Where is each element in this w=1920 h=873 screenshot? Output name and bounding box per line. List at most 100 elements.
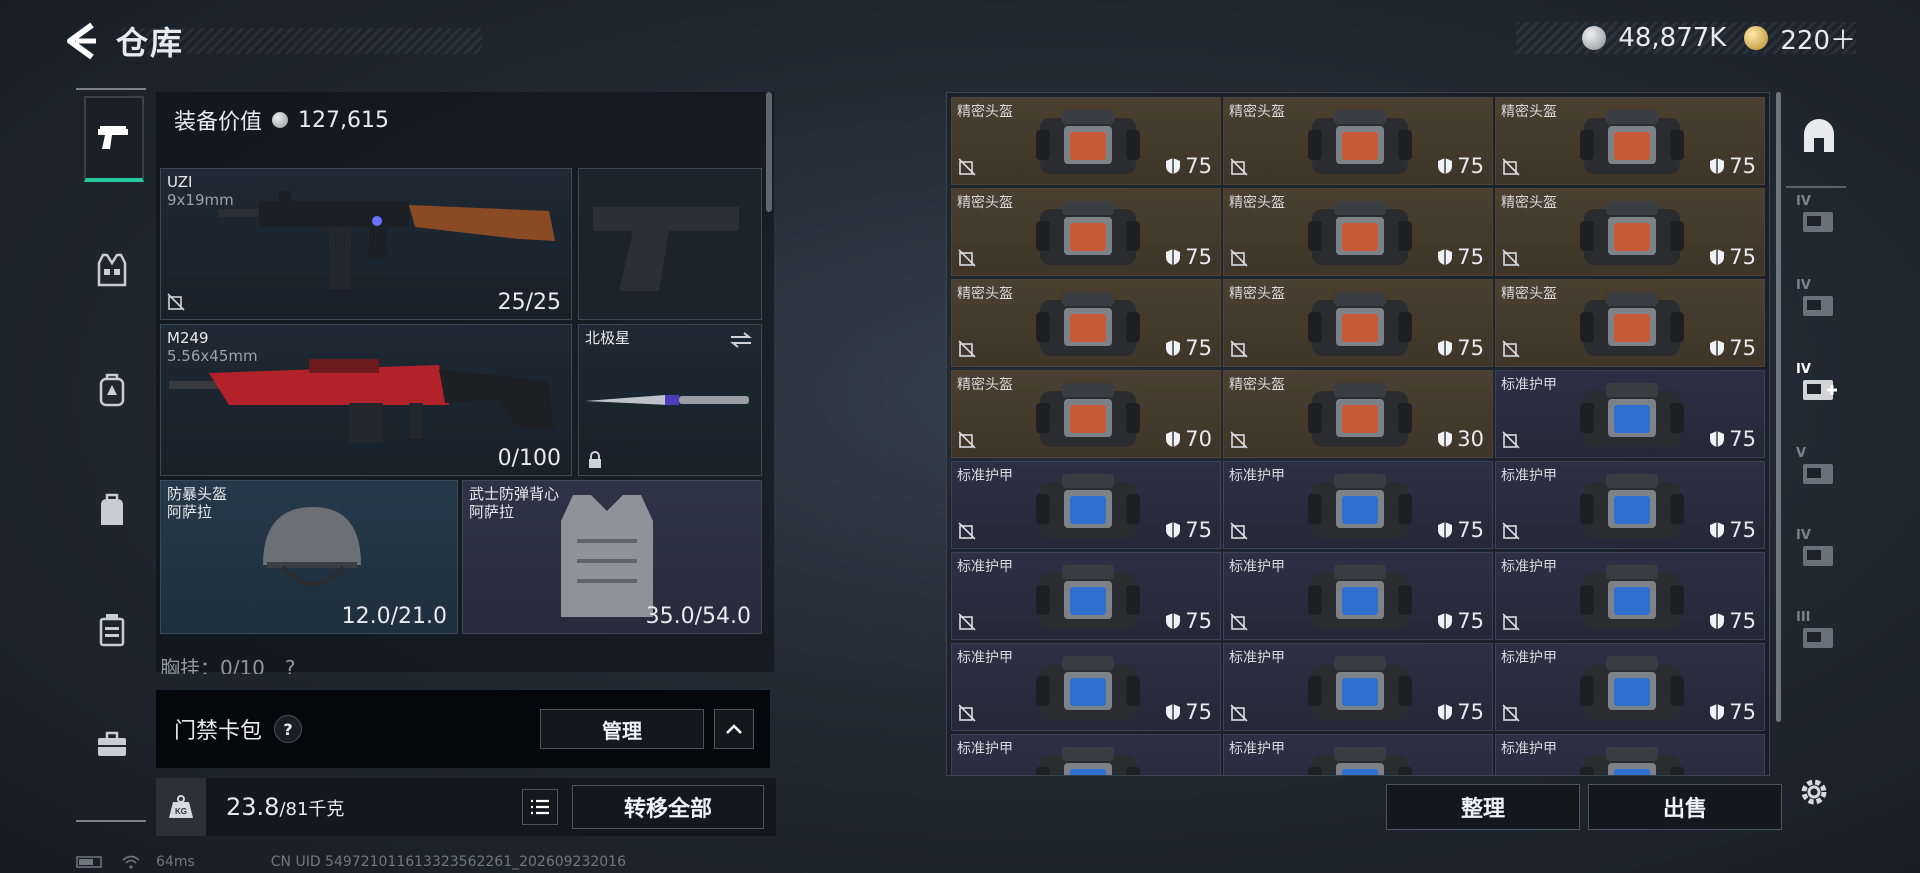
storage-item-name: 精密头盔 bbox=[1229, 104, 1285, 120]
durability-value: 30 bbox=[1457, 427, 1484, 451]
primary-weapon-ammo: 25/25 bbox=[497, 290, 561, 315]
organize-button[interactable]: 整理 bbox=[1386, 784, 1580, 830]
durability: 75 bbox=[1165, 336, 1212, 360]
right-nav-item[interactable]: IV bbox=[1792, 356, 1846, 416]
storage-scrollbar[interactable] bbox=[1776, 92, 1781, 722]
chest-rig-summary[interactable]: 胸挂：0/10 ? bbox=[160, 652, 760, 674]
storage-item-helmet[interactable]: 精密头盔 75 bbox=[1495, 97, 1765, 185]
tier-label: IV bbox=[1796, 362, 1811, 377]
storage-item-helmet[interactable]: 精密头盔 70 bbox=[951, 370, 1221, 458]
nav-container[interactable] bbox=[84, 590, 140, 670]
currency-secondary-value[interactable]: 220＋ bbox=[1780, 20, 1856, 57]
storage-item-armor[interactable]: 标准护甲 75 bbox=[1495, 552, 1765, 640]
status-line: 64ms CN UID 549721011613323562261_202609… bbox=[76, 854, 626, 870]
swap-icon[interactable] bbox=[729, 331, 753, 349]
pistol-slot-empty[interactable] bbox=[578, 168, 762, 320]
helmet-durability: 12.0/21.0 bbox=[341, 604, 447, 629]
weight-display: 23.8/81千克 bbox=[226, 793, 344, 821]
standard-armor-icon bbox=[1308, 656, 1412, 720]
storage-item-helmet[interactable]: 精密头盔 75 bbox=[951, 97, 1221, 185]
keycard-label: 门禁卡包 bbox=[174, 719, 263, 744]
helmet-slot[interactable]: 防暴头盔 阿萨拉 12.0/21.0 bbox=[160, 480, 458, 634]
durability: 75 bbox=[1437, 609, 1484, 633]
storage-item-armor[interactable]: 标准护甲 bbox=[1495, 734, 1765, 775]
storage-item-name: 精密头盔 bbox=[957, 286, 1013, 302]
shield-icon bbox=[1438, 249, 1453, 265]
melee-slot[interactable]: 北极星 bbox=[578, 324, 762, 476]
precision-helmet-icon bbox=[1580, 292, 1684, 356]
sell-button[interactable]: 出售 bbox=[1588, 784, 1782, 830]
right-nav-item[interactable]: V bbox=[1792, 440, 1846, 500]
title-bar: 仓库 bbox=[62, 16, 482, 66]
storage-item-helmet[interactable]: 精密头盔 75 bbox=[951, 279, 1221, 367]
durability-value: 75 bbox=[1729, 427, 1756, 451]
tier-label: V bbox=[1796, 446, 1807, 461]
nav-bag[interactable] bbox=[84, 470, 140, 550]
right-nav-item[interactable]: IV bbox=[1792, 272, 1846, 332]
ping-value: 64ms bbox=[156, 854, 195, 870]
storage-item-armor[interactable]: 标准护甲 75 bbox=[951, 552, 1221, 640]
durability: 75 bbox=[1437, 245, 1484, 269]
storage-item-helmet[interactable]: 精密头盔 75 bbox=[1223, 279, 1493, 367]
storage-item-armor[interactable]: 标准护甲 75 bbox=[1495, 370, 1765, 458]
settings-gear-icon[interactable] bbox=[1796, 774, 1832, 810]
shield-icon bbox=[1438, 158, 1453, 174]
shield-icon bbox=[1166, 704, 1181, 720]
shield-icon bbox=[1166, 249, 1181, 265]
precision-helmet-icon bbox=[1036, 110, 1140, 174]
equipment-scrollbar[interactable] bbox=[766, 92, 772, 212]
backpack-icon bbox=[99, 373, 125, 407]
storage-item-helmet[interactable]: 精密头盔 75 bbox=[1223, 188, 1493, 276]
durability-value: 75 bbox=[1185, 609, 1212, 633]
storage-item-armor[interactable]: 标准护甲 75 bbox=[951, 461, 1221, 549]
storage-item-helmet[interactable]: 精密头盔 30 bbox=[1223, 370, 1493, 458]
storage-item-armor[interactable]: 标准护甲 75 bbox=[1223, 552, 1493, 640]
nav-weapons[interactable] bbox=[84, 96, 144, 182]
list-view-button[interactable] bbox=[522, 789, 558, 825]
right-nav-item[interactable]: IV bbox=[1792, 188, 1846, 248]
storage-item-armor[interactable]: 标准护甲 bbox=[951, 734, 1221, 775]
primary-weapon-slot[interactable]: UZI 9x19mm 25/25 bbox=[160, 168, 572, 320]
storage-item-armor[interactable]: 标准护甲 75 bbox=[1223, 643, 1493, 731]
storage-item-armor[interactable]: 标准护甲 75 bbox=[1495, 643, 1765, 731]
storage-item-helmet[interactable]: 精密头盔 75 bbox=[951, 188, 1221, 276]
durability-value: 75 bbox=[1185, 700, 1212, 724]
storage-item-armor[interactable]: 标准护甲 bbox=[1223, 734, 1493, 775]
storage-grid: 精密头盔 75 精密头盔 75 精密头盔 75 精密头盔 75 精密头盔 75 精密头盔 75 精密头盔… bbox=[951, 97, 1767, 775]
right-nav-item[interactable]: IV bbox=[1792, 522, 1846, 582]
manage-button[interactable]: 管理 bbox=[540, 709, 704, 749]
nav-chest-rig[interactable] bbox=[84, 230, 140, 310]
durability: 75 bbox=[1709, 245, 1756, 269]
not-insured-icon bbox=[1230, 704, 1248, 722]
storage-item-armor[interactable]: 标准护甲 75 bbox=[1495, 461, 1765, 549]
not-insured-icon bbox=[1230, 431, 1248, 449]
durability: 75 bbox=[1165, 518, 1212, 542]
storage-item-armor[interactable]: 标准护甲 75 bbox=[1223, 461, 1493, 549]
transfer-all-button[interactable]: 转移全部 bbox=[572, 785, 764, 829]
collapse-button[interactable] bbox=[714, 709, 754, 749]
standard-armor-icon bbox=[1580, 565, 1684, 629]
help-icon[interactable]: ? bbox=[274, 715, 303, 743]
m249-weapon-icon bbox=[169, 359, 553, 443]
secondary-weapon-slot[interactable]: M249 5.56x45mm 0/100 bbox=[160, 324, 572, 476]
standard-armor-icon bbox=[1308, 565, 1412, 629]
shield-icon bbox=[1710, 522, 1725, 538]
storage-item-helmet[interactable]: 精密头盔 75 bbox=[1495, 188, 1765, 276]
storage-item-name: 标准护甲 bbox=[1229, 650, 1285, 666]
standard-armor-icon bbox=[1580, 474, 1684, 538]
nav-backpack[interactable] bbox=[84, 350, 140, 430]
storage-item-helmet[interactable]: 精密头盔 75 bbox=[1223, 97, 1493, 185]
armor-slot[interactable]: 武士防弹背心 阿萨拉 35.0/54.0 bbox=[462, 480, 762, 634]
tier-label: III bbox=[1796, 610, 1811, 625]
storage-item-name: 精密头盔 bbox=[957, 104, 1013, 120]
nav-toolbox[interactable] bbox=[84, 704, 140, 784]
not-insured-icon bbox=[1502, 613, 1520, 631]
pistol-icon bbox=[98, 126, 128, 149]
storage-item-armor[interactable]: 标准护甲 75 bbox=[951, 643, 1221, 731]
storage-item-name: 标准护甲 bbox=[1229, 741, 1285, 757]
right-nav-item[interactable] bbox=[1792, 106, 1846, 166]
storage-item-helmet[interactable]: 精密头盔 75 bbox=[1495, 279, 1765, 367]
precision-helmet-icon bbox=[1580, 110, 1684, 174]
right-nav-item[interactable]: III bbox=[1792, 604, 1846, 664]
back-arrow-icon[interactable] bbox=[62, 21, 98, 61]
